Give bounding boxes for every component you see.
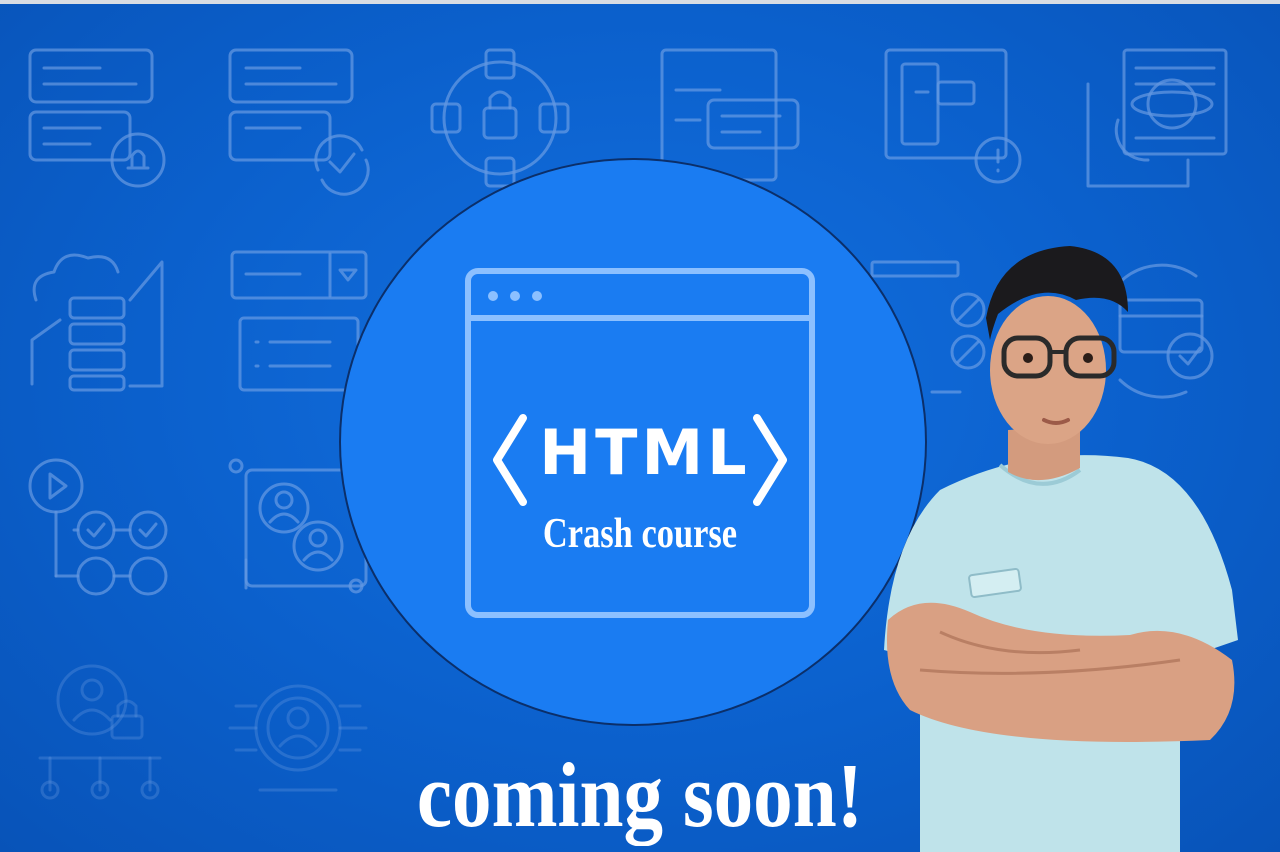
announcement-text: coming soon!	[416, 744, 864, 846]
security-network-icon	[430, 48, 570, 188]
thumbnail-canvas: HTML Crash course coming soon!	[0, 0, 1280, 852]
html-tag-title: HTML	[539, 416, 751, 489]
user-network-icon	[228, 684, 368, 792]
dropdown-list-icon	[230, 250, 368, 392]
presenter-photo	[880, 240, 1250, 852]
course-subtitle: Crash course	[542, 511, 738, 557]
alert-layout-icon	[884, 48, 1022, 184]
play-workflow-icon	[28, 458, 168, 596]
document-card-icon	[660, 48, 800, 182]
notification-form-icon	[28, 48, 166, 188]
web-settings-icon	[1086, 48, 1228, 188]
cloud-server-icon	[30, 253, 164, 392]
refresh-form-icon	[228, 48, 370, 196]
user-lock-icon	[38, 664, 162, 800]
